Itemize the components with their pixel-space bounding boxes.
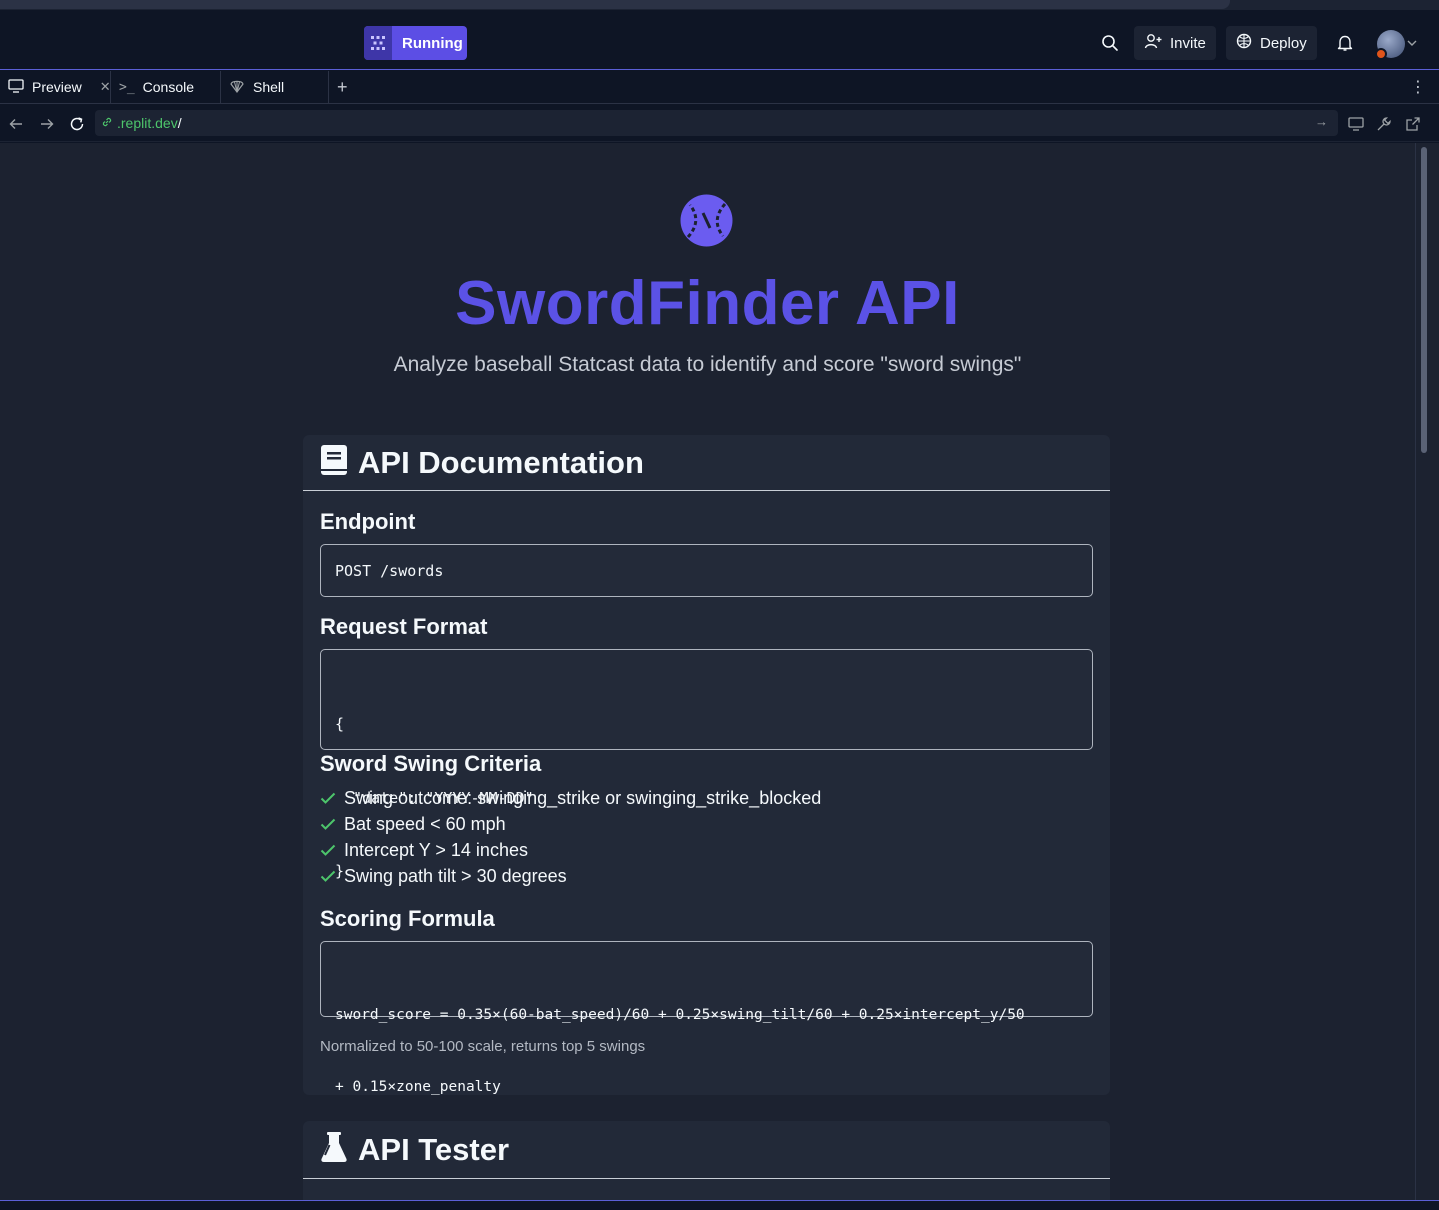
check-icon <box>320 866 336 887</box>
check-icon <box>320 788 336 809</box>
card-heading: API Tester <box>358 1131 510 1167</box>
card-heading: API Documentation <box>358 444 644 480</box>
check-icon <box>320 814 336 835</box>
add-tab-button[interactable]: + <box>328 71 368 103</box>
endpoint-code: POST /swords <box>320 544 1093 597</box>
code-line: + 0.15×zone_penalty <box>335 1079 501 1095</box>
tab-label: Shell <box>253 79 285 95</box>
page-title: SwordFinder API <box>455 269 960 338</box>
deploy-button[interactable]: Deploy <box>1226 26 1317 60</box>
list-item: Swing path tilt > 30 degrees <box>320 863 1093 889</box>
code-line: sword_score = 0.35×(60-bat_speed)/60 + 0… <box>335 1007 1025 1023</box>
endpoint-code-text: POST /swords <box>335 561 444 580</box>
run-button[interactable]: Running <box>364 26 467 60</box>
book-icon <box>320 444 348 481</box>
baseball-icon <box>679 193 734 248</box>
check-icon <box>320 840 336 861</box>
scrollbar[interactable] <box>1415 143 1439 1200</box>
reload-icon[interactable] <box>68 115 86 133</box>
card-header: API Documentation <box>303 435 1110 491</box>
criteria-text: Intercept Y > 14 inches <box>344 839 528 860</box>
api-documentation-card: API Documentation Endpoint POST /swords … <box>303 435 1110 1095</box>
endpoint-heading: Endpoint <box>320 509 416 534</box>
list-item: Bat speed < 60 mph <box>320 811 1093 837</box>
monitor-icon <box>8 78 24 96</box>
preview-viewport: SwordFinder API Analyze baseball Statcas… <box>0 143 1415 1200</box>
tab-shell[interactable]: Shell <box>220 71 328 103</box>
tab-console[interactable]: >_ Console <box>110 71 220 103</box>
deploy-icon <box>1236 33 1252 53</box>
preview-urlbar: .replit.dev / → <box>0 104 1439 142</box>
page-subtitle: Analyze baseball Statcast data to identi… <box>393 353 1022 376</box>
tab-label: Preview <box>32 79 82 95</box>
add-user-icon <box>1144 33 1162 53</box>
tab-label: Console <box>142 79 195 95</box>
scoring-note: Normalized to 50-100 scale, returns top … <box>320 1038 646 1055</box>
criteria-text: Bat speed < 60 mph <box>344 813 506 834</box>
request-format-heading: Request Format <box>320 614 488 639</box>
url-host: .replit.dev <box>117 115 178 131</box>
url-path: / <box>177 115 182 131</box>
terminal-icon: >_ <box>119 79 135 95</box>
run-status-icon <box>364 26 392 60</box>
link-icon <box>101 115 113 131</box>
pane-tabbar: Preview ✕ >_ Console Shell + ⋮ <box>0 71 1439 104</box>
list-item: Intercept Y > 14 inches <box>320 837 1093 863</box>
back-arrow-icon[interactable] <box>7 115 25 133</box>
criteria-heading: Sword Swing Criteria <box>320 751 542 776</box>
run-button-label: Running <box>402 34 463 52</box>
device-preview-icon[interactable] <box>1347 115 1365 133</box>
avatar[interactable] <box>1375 30 1405 60</box>
url-input[interactable]: .replit.dev / → <box>95 110 1338 136</box>
invite-button[interactable]: Invite <box>1134 26 1216 60</box>
avatar-status-badge <box>1375 48 1387 60</box>
tab-preview[interactable]: Preview ✕ <box>0 71 111 103</box>
scrollbar-thumb[interactable] <box>1421 147 1427 453</box>
scoring-formula-heading: Scoring Formula <box>320 906 495 931</box>
chevron-down-icon[interactable] <box>1404 32 1420 54</box>
criteria-text: Swing path tilt > 30 degrees <box>344 865 567 886</box>
list-item: Swing outcome: swinging_strike or swingi… <box>320 785 1093 811</box>
invite-label: Invite <box>1170 34 1206 52</box>
plus-icon: + <box>337 76 348 97</box>
criteria-list: Swing outcome: swinging_strike or swingi… <box>320 785 1093 889</box>
request-format-code: { "date": "YYYY-MM-DD" } <box>320 649 1093 880</box>
deploy-label: Deploy <box>1260 34 1307 52</box>
card-header: API Tester <box>303 1121 1110 1179</box>
open-external-icon[interactable] <box>1404 115 1422 133</box>
scoring-formula-code: sword_score = 0.35×(60-bat_speed)/60 + 0… <box>320 941 1093 1095</box>
search-icon[interactable] <box>1099 32 1121 54</box>
forward-arrow-icon[interactable] <box>38 115 56 133</box>
criteria-text: Swing outcome: swinging_strike or swingi… <box>344 787 822 808</box>
flask-icon <box>320 1131 348 1168</box>
api-tester-card: API Tester <box>303 1121 1110 1200</box>
workspace-topbar: Running Invite Deploy <box>0 10 1439 70</box>
browser-chrome-strip <box>0 0 1439 10</box>
pane-bottom-edge <box>0 1200 1439 1210</box>
url-go-arrow-icon[interactable]: → <box>1315 114 1328 129</box>
shell-icon <box>229 78 245 97</box>
bell-icon[interactable] <box>1334 32 1356 54</box>
more-options-icon[interactable]: ⋮ <box>1402 71 1426 103</box>
wrench-icon[interactable] <box>1375 115 1393 133</box>
code-line: { <box>335 715 345 733</box>
